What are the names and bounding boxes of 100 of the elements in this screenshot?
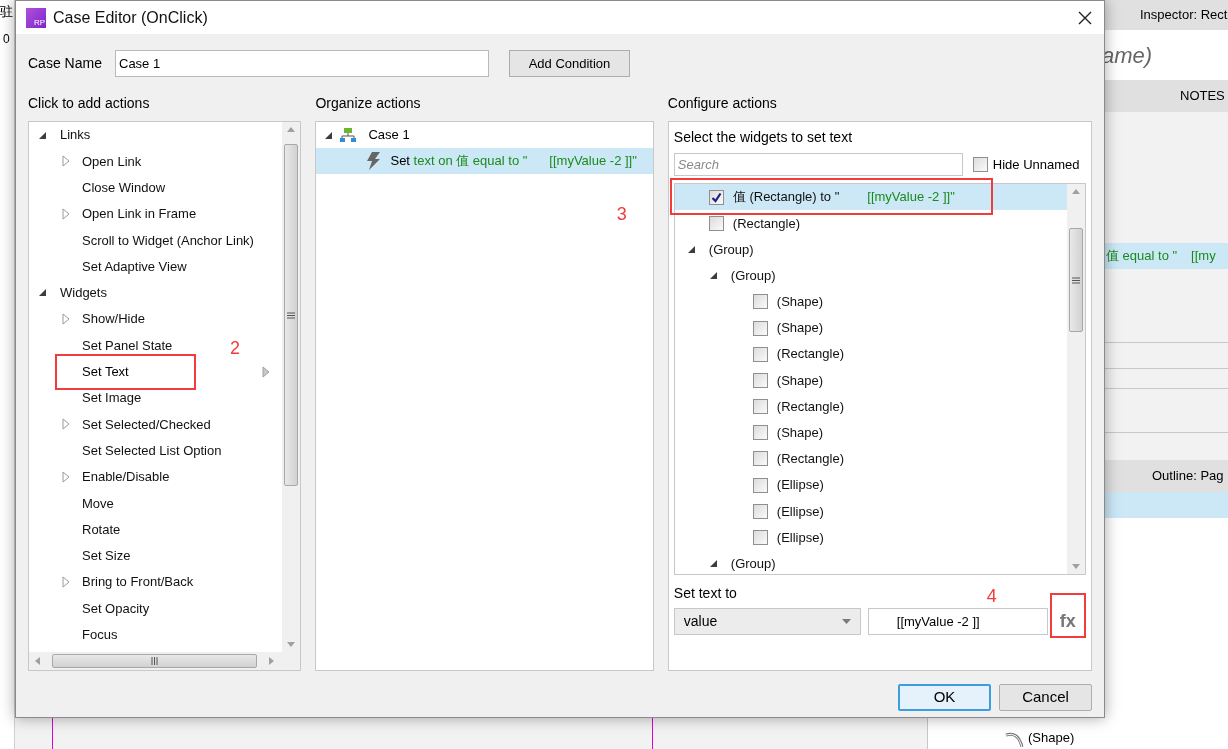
checkbox-label[interactable]: Hide Unnamed [992,154,1080,175]
widget-row[interactable]: (Rectangle) [674,445,1067,473]
column-heading: Click to add actions [28,94,151,113]
submenu-arrow-icon [262,365,270,378]
collapsed-triangle-icon[interactable] [62,313,70,326]
action-item[interactable]: Set Panel State [82,335,173,356]
scroll-down-arrow-icon[interactable] [287,642,296,647]
checkbox[interactable] [972,157,988,172]
widget-row[interactable]: (Shape) [674,288,1067,315]
function-button[interactable]: fx [1052,607,1083,635]
widget-row[interactable]: (Shape) [674,367,1067,394]
action-item[interactable]: Bring to Front/Back [82,572,194,592]
caret-icon [841,618,851,624]
checkbox[interactable] [752,320,768,336]
outline-item[interactable]: (Shape) [1028,727,1075,747]
action-value: [[myValue -2 ]]" [549,152,637,171]
action-item[interactable]: Set Image [82,388,142,408]
case-label[interactable]: Case 1 [368,125,410,145]
scroll-up-arrow-icon[interactable] [287,127,296,132]
app-logo: RP [26,7,46,28]
expanded-triangle-icon[interactable] [38,130,47,140]
action-item[interactable]: Set Size [82,546,131,566]
value-type-dropdown[interactable]: value [673,607,861,635]
collapsed-triangle-icon[interactable] [62,208,70,221]
group-label[interactable]: (Group) [730,265,776,286]
action-item[interactable]: Focus [82,625,118,645]
search-field[interactable]: Search [673,153,963,176]
action-item[interactable]: Scroll to Widget (Anchor Link) [82,230,254,251]
add-condition-button[interactable]: Add Condition [509,50,630,77]
checkbox[interactable] [752,477,768,493]
widget-row[interactable]: (Rectangle) [674,210,1067,237]
scrollbar-thumb[interactable] [1069,228,1083,332]
checkbox[interactable] [752,451,768,467]
collapsed-triangle-icon[interactable] [62,576,70,589]
vertical-scrollbar[interactable] [1067,184,1085,574]
expanded-triangle-icon[interactable] [708,559,718,569]
vertical-scrollbar[interactable] [282,122,301,652]
checkbox[interactable] [752,425,768,441]
action-item[interactable]: Move [82,493,114,514]
widget-value: [[myValue -2 ]]" [867,188,955,207]
scrollbar-thumb[interactable] [284,144,299,486]
action-row[interactable]: Set text on 值 equal to " [[myValue -2 ]]" [316,148,653,174]
action-item[interactable]: Enable/Disable [82,467,170,487]
action-item[interactable]: Set Text [82,362,129,382]
panel-title: Outline: Pag [1152,467,1224,486]
action-item[interactable]: Close Window [82,178,166,198]
collapsed-triangle-icon[interactable] [62,418,70,431]
widget-row[interactable]: (Ellipse) [674,524,1067,551]
action-item[interactable]: Open Link [82,151,142,172]
widget-row[interactable]: (Ellipse) [674,472,1067,499]
action-item[interactable]: Set Selected List Option [82,440,222,461]
case-name-field[interactable]: Case 1 [115,50,489,77]
action-item[interactable]: Set Adaptive View [82,256,187,277]
collapsed-triangle-icon[interactable] [62,471,70,483]
category-label[interactable]: Widgets [60,283,107,303]
dialog-button[interactable]: OK [898,684,991,711]
close-icon[interactable] [1078,10,1092,25]
widget-row[interactable]: (Rectangle) [674,393,1067,420]
dialog-button[interactable]: Cancel [999,684,1092,711]
widget-row[interactable]: (Ellipse) [674,498,1067,525]
action-item[interactable]: Open Link in Frame [82,204,197,224]
annotation-box [1049,593,1086,638]
group-label[interactable]: (Group) [730,553,776,574]
column-heading: Configure actions [667,94,778,113]
collapsed-triangle-icon[interactable] [62,155,70,168]
group-label[interactable]: (Group) [708,239,754,260]
scroll-down-arrow-icon[interactable] [1072,564,1080,569]
expanded-triangle-icon[interactable] [708,271,718,281]
category-label[interactable]: Links [60,125,91,145]
widget-row[interactable]: (Rectangle) [674,341,1067,368]
checkbox[interactable] [752,399,768,415]
checkbox[interactable] [752,530,768,546]
checkbox[interactable] [708,189,724,205]
expanded-triangle-icon[interactable] [686,244,696,254]
checkbox[interactable] [708,215,724,231]
checkbox[interactable] [752,294,768,310]
value-field[interactable]: [[myValue -2 ]] [867,607,1048,635]
action-item[interactable]: Set Opacity [82,598,150,619]
widget-row[interactable]: (Shape) [674,314,1067,342]
horizontal-scrollbar[interactable] [29,652,283,670]
widget-row[interactable]: 值 (Rectangle) to " [[myValue -2 ]]" [674,184,1067,211]
scroll-right-arrow-icon[interactable] [269,657,275,665]
scrollbar-thumb[interactable] [52,654,257,668]
notes-tab[interactable]: NOTES [1180,86,1225,106]
widget-label: (Ellipse) [776,502,824,521]
action-item[interactable]: Show/Hide [82,309,145,329]
action-item[interactable]: Set Selected/Checked [82,414,211,435]
checkbox[interactable] [752,503,768,519]
checkbox[interactable] [752,346,768,362]
ruler-text: 驻 [0,3,14,21]
checkbox[interactable] [752,372,768,388]
widget-label: (Rectangle) [732,214,800,233]
widget-label: 值 (Rectangle) to " [732,188,840,207]
scroll-left-arrow-icon[interactable] [35,657,40,665]
scroll-up-arrow-icon[interactable] [1072,189,1080,194]
expanded-triangle-icon[interactable] [38,288,47,298]
action-item[interactable]: Rotate [82,519,121,540]
action-text: 值 equal to " [1106,247,1178,266]
widget-row[interactable]: (Shape) [674,419,1067,446]
expanded-triangle-icon[interactable] [324,130,334,140]
